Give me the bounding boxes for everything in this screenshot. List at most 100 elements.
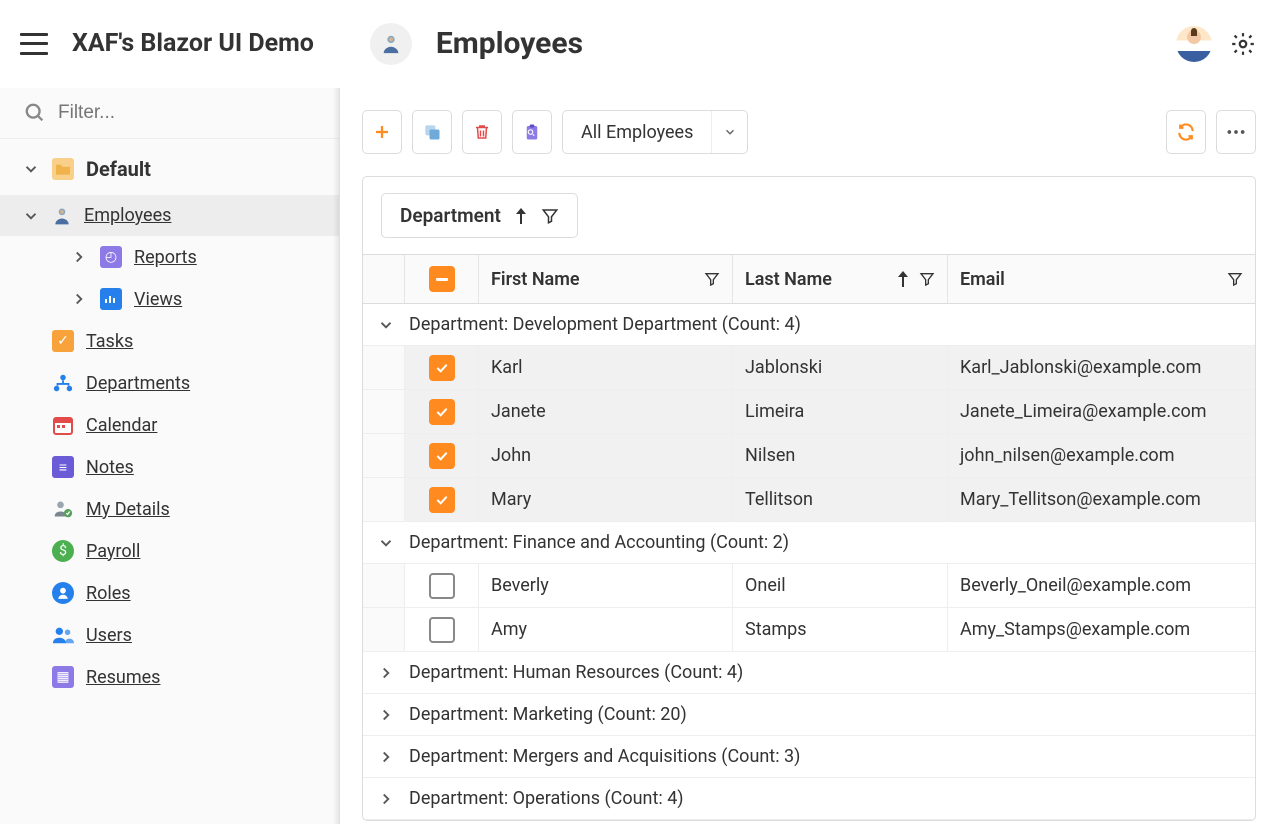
chevron-down-icon — [377, 534, 395, 552]
group-row[interactable]: Department: Marketing (Count: 20) — [363, 694, 1255, 736]
cell-email: Amy_Stamps@example.com — [948, 608, 1255, 651]
nav-group-default[interactable]: Default — [0, 143, 339, 195]
nav-item-payroll[interactable]: $Payroll — [0, 530, 339, 572]
group-label: Department: Finance and Accounting (Coun… — [409, 532, 789, 553]
group-panel: Department — [363, 177, 1255, 254]
nav-item-users[interactable]: Users — [0, 614, 339, 656]
delete-button[interactable] — [462, 110, 502, 154]
group-label: Department: Operations (Count: 4) — [409, 788, 684, 809]
group-row[interactable]: Department: Development Department (Coun… — [363, 304, 1255, 346]
folder-icon — [52, 158, 74, 180]
data-row[interactable]: KarlJablonskiKarl_Jablonski@example.com — [363, 346, 1255, 390]
more-actions-button[interactable] — [1216, 110, 1256, 154]
filter-icon[interactable] — [919, 271, 935, 287]
nav-item-label: Resumes — [86, 667, 160, 688]
view-filter-dropdown[interactable]: All Employees — [562, 110, 748, 154]
search-icon — [24, 102, 46, 124]
data-row[interactable]: JaneteLimeiraJanete_Limeira@example.com — [363, 390, 1255, 434]
nav-item-resumes[interactable]: ▦Resumes — [0, 656, 339, 698]
page-icon — [370, 23, 412, 65]
nav-item-label: Calendar — [86, 415, 157, 436]
filter-icon[interactable] — [1227, 271, 1243, 287]
view-filter-label: All Employees — [563, 122, 711, 143]
nav-item-reports[interactable]: ◴Reports — [0, 236, 339, 278]
nav-item-label: Roles — [86, 583, 131, 604]
group-row[interactable]: Department: Mergers and Acquisitions (Co… — [363, 736, 1255, 778]
cell-last-name: Jablonski — [733, 346, 948, 389]
data-row[interactable]: MaryTellitsonMary_Tellitson@example.com — [363, 478, 1255, 522]
column-select-all[interactable] — [405, 255, 479, 303]
chevron-down-icon — [711, 111, 747, 153]
grid-header: First Name Last Name Email — [363, 254, 1255, 304]
cell-last-name: Stamps — [733, 608, 948, 651]
cell-email: Mary_Tellitson@example.com — [948, 478, 1255, 521]
checkbox-empty-icon[interactable] — [429, 617, 455, 643]
group-label: Department: Human Resources (Count: 4) — [409, 662, 743, 683]
clone-button[interactable] — [412, 110, 452, 154]
data-row[interactable]: AmyStampsAmy_Stamps@example.com — [363, 608, 1255, 652]
checkbox-checked-icon[interactable] — [429, 399, 455, 425]
cell-first-name: John — [479, 434, 733, 477]
checkbox-indeterminate-icon — [429, 266, 455, 292]
group-row[interactable]: Department: Operations (Count: 4) — [363, 778, 1255, 820]
nav-item-label: Tasks — [86, 331, 133, 352]
clipboard-button[interactable] — [512, 110, 552, 154]
column-last-name[interactable]: Last Name — [733, 255, 948, 303]
cell-first-name: Karl — [479, 346, 733, 389]
menu-toggle-button[interactable] — [20, 33, 48, 55]
employees-grid: Department First Name Last Name — [362, 176, 1256, 821]
group-row[interactable]: Department: Human Resources (Count: 4) — [363, 652, 1255, 694]
cell-first-name: Beverly — [479, 564, 733, 607]
group-label: Department: Marketing (Count: 20) — [409, 704, 687, 725]
nav-item-label: My Details — [86, 499, 170, 520]
nav-item-label: Users — [86, 625, 132, 646]
cell-last-name: Tellitson — [733, 478, 948, 521]
data-row[interactable]: JohnNilsenjohn_nilsen@example.com — [363, 434, 1255, 478]
filter-icon[interactable] — [704, 271, 720, 287]
app-header: XAF's Blazor UI Demo Employees — [0, 0, 1278, 88]
nav-item-calendar[interactable]: Calendar — [0, 404, 339, 446]
column-email[interactable]: Email — [948, 255, 1255, 303]
main-content: All Employees Department — [340, 88, 1278, 824]
cell-last-name: Nilsen — [733, 434, 948, 477]
chevron-right-icon — [377, 748, 395, 766]
refresh-button[interactable] — [1166, 110, 1206, 154]
filter-icon[interactable] — [541, 207, 559, 225]
sort-asc-icon — [897, 271, 909, 287]
nav-item-my-details[interactable]: My Details — [0, 488, 339, 530]
column-first-name[interactable]: First Name — [479, 255, 733, 303]
user-avatar[interactable] — [1176, 26, 1212, 62]
nav-filter-input[interactable] — [58, 102, 315, 124]
nav-item-views[interactable]: Views — [0, 278, 339, 320]
group-chip-label: Department — [400, 204, 501, 227]
cell-first-name: Janete — [479, 390, 733, 433]
group-row[interactable]: Department: Finance and Accounting (Coun… — [363, 522, 1255, 564]
nav-item-notes[interactable]: ≡Notes — [0, 446, 339, 488]
cell-last-name: Limeira — [733, 390, 948, 433]
cell-email: john_nilsen@example.com — [948, 434, 1255, 477]
nav-item-roles[interactable]: Roles — [0, 572, 339, 614]
nav-item-tasks[interactable]: ✓Tasks — [0, 320, 339, 362]
checkbox-checked-icon[interactable] — [429, 487, 455, 513]
new-button[interactable] — [362, 110, 402, 154]
nav-item-label: Employees — [84, 205, 171, 226]
chevron-right-icon — [70, 290, 88, 308]
chevron-down-icon — [22, 160, 40, 178]
checkbox-checked-icon[interactable] — [429, 355, 455, 381]
nav-item-label: Reports — [134, 247, 197, 268]
group-chip-department[interactable]: Department — [381, 193, 578, 238]
chevron-right-icon — [70, 248, 88, 266]
chevron-right-icon — [377, 790, 395, 808]
settings-button[interactable] — [1228, 29, 1258, 59]
nav-item-label: Payroll — [86, 541, 140, 562]
data-row[interactable]: BeverlyOneilBeverly_Oneil@example.com — [363, 564, 1255, 608]
sidebar: Default Employees ◴Reports Views ✓TasksDepa… — [0, 88, 340, 824]
checkbox-empty-icon[interactable] — [429, 573, 455, 599]
nav-item-departments[interactable]: Departments — [0, 362, 339, 404]
chevron-down-icon — [377, 316, 395, 334]
cell-email: Janete_Limeira@example.com — [948, 390, 1255, 433]
nav-item-employees[interactable]: Employees — [0, 195, 339, 236]
nav-item-label: Views — [134, 289, 182, 310]
checkbox-checked-icon[interactable] — [429, 443, 455, 469]
page-title: Employees — [436, 26, 583, 61]
